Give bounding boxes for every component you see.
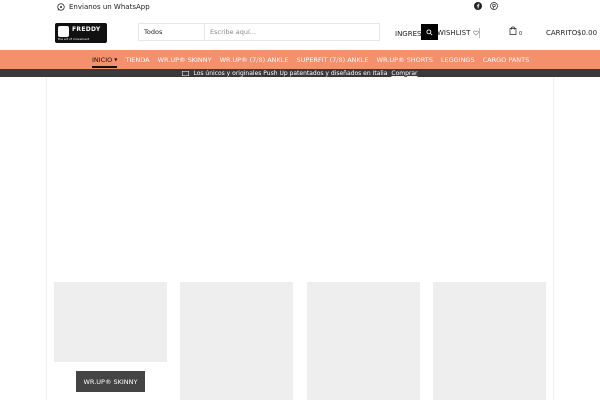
shopping-bag-icon[interactable]: [509, 26, 517, 35]
nav-item-wrup-shorts[interactable]: WR.UP® SHORTS: [373, 50, 437, 69]
logo-tagline: the art of movement: [58, 37, 90, 41]
search-bar: Todos: [138, 23, 380, 41]
wishlist-label: WISHLIST: [437, 29, 471, 37]
main-nav: INICIO ▼ TIENDA WR.UP® SKINNY WR.UP® (7/8…: [0, 50, 600, 69]
nav-item-wrup-skinny[interactable]: WR.UP® SKINNY: [154, 50, 216, 69]
category-card-image[interactable]: [433, 282, 546, 400]
site-logo[interactable]: FREDDY the art of movement: [55, 23, 107, 43]
category-button-wrup-skinny[interactable]: WR.UP® SKINNY: [76, 371, 145, 392]
pinterest-icon[interactable]: [490, 2, 498, 10]
search-input[interactable]: [206, 24, 379, 40]
promo-banner: Los únicos y originales Push Up patentad…: [0, 69, 600, 77]
category-card-image[interactable]: [180, 282, 293, 400]
search-category-select[interactable]: Todos: [139, 24, 205, 40]
flag-icon: [182, 70, 190, 76]
nav-item-tienda[interactable]: TIENDA: [121, 50, 153, 69]
logo-mark-icon: [58, 26, 69, 37]
nav-item-superfit-ankle[interactable]: SUPERFIT (7/8) ANKLE: [293, 50, 373, 69]
nav-item-inicio[interactable]: INICIO ▼: [88, 50, 121, 69]
search-button[interactable]: [421, 24, 438, 40]
nav-item-wrup-ankle[interactable]: WR.UP® (7/8) ANKLE: [216, 50, 293, 69]
whatsapp-link[interactable]: Envianos un WhatsApp: [57, 3, 150, 11]
site-header: FREDDY the art of movement Todos INGRESA…: [0, 14, 600, 50]
cart-count-badge: 0: [519, 31, 523, 37]
wishlist-link[interactable]: WISHLIST: [437, 29, 480, 37]
chevron-down-icon: ▼: [114, 57, 118, 62]
nav-item-cargo-pants[interactable]: CARGO PANTS: [479, 50, 534, 69]
promo-shop-link[interactable]: Comprar: [391, 70, 417, 77]
whatsapp-icon: [57, 3, 65, 11]
header-divider: [479, 28, 480, 38]
search-icon: [426, 28, 433, 35]
promo-text: Los únicos y originales Push Up patentad…: [193, 69, 388, 77]
category-card-image[interactable]: [54, 282, 167, 362]
nav-item-leggings[interactable]: LEGGINGS: [437, 50, 479, 69]
logo-text: FREDDY: [72, 26, 101, 33]
whatsapp-label: Envianos un WhatsApp: [69, 3, 150, 11]
top-bar: Envianos un WhatsApp: [0, 0, 600, 14]
cart-link[interactable]: CARRITO: [546, 29, 577, 37]
facebook-icon[interactable]: [474, 2, 482, 10]
category-card-image[interactable]: [307, 282, 420, 400]
cart-total: $0.00: [577, 29, 598, 37]
